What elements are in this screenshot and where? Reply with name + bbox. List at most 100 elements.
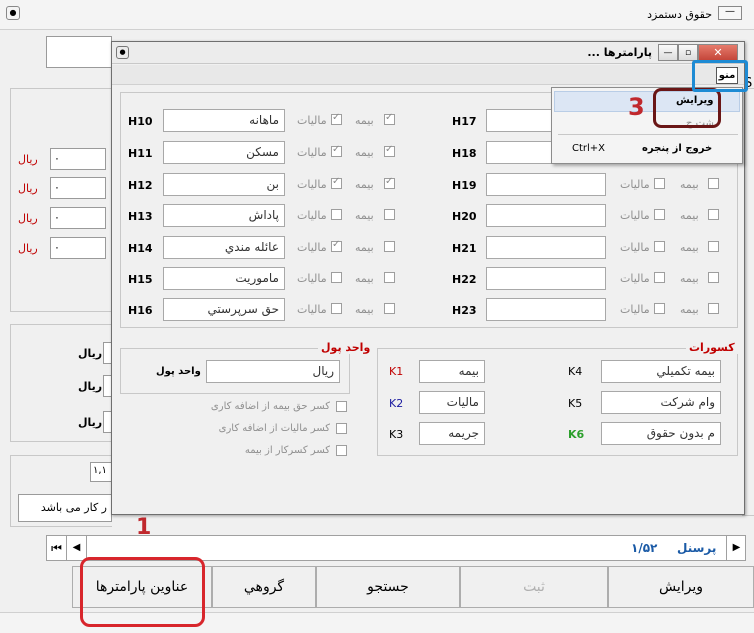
bg-zero-field-2[interactable]: ۰ <box>50 177 106 199</box>
tax-label-h16: ماليات <box>297 303 327 316</box>
param-name-h14[interactable]: عائله مندي <box>163 236 285 259</box>
tax-checkbox-h15[interactable] <box>331 272 342 283</box>
tax-checkbox-h12[interactable] <box>331 176 342 189</box>
personnel-number: ۱/۵۲ <box>631 541 658 555</box>
ins-label-h10: بيمه <box>355 114 374 127</box>
tax-checkbox-h10[interactable] <box>331 112 342 125</box>
tax-checkbox-h22[interactable] <box>654 272 665 283</box>
dialog-maximize-button[interactable]: ▫ <box>678 44 698 61</box>
ins-checkbox-h20[interactable] <box>708 209 719 220</box>
currency-field[interactable]: ريال <box>206 360 340 383</box>
bg-rial-label-7: ريال <box>78 416 103 429</box>
deduction-name-k1[interactable]: بيمه <box>419 360 485 383</box>
ins-checkbox-h19[interactable] <box>708 178 719 189</box>
ins-label-h11: بيمه <box>355 146 374 159</box>
bg-rial-label-5: ريال <box>78 347 103 360</box>
param-name-h11[interactable]: مسکن <box>163 141 285 164</box>
param-name-h10[interactable]: ماهانه <box>163 109 285 132</box>
dialog-minimize-button[interactable]: — <box>658 44 678 61</box>
tax-checkbox-h20[interactable] <box>654 209 665 220</box>
bg-field-top-left[interactable] <box>46 36 112 68</box>
ins-checkbox-h14[interactable] <box>384 241 395 252</box>
param-name-h19[interactable] <box>486 173 606 196</box>
param-name-h16[interactable]: حق سرپرستي <box>163 298 285 321</box>
ins-label-h15: بيمه <box>355 272 374 285</box>
option-checkbox-3[interactable] <box>336 445 347 456</box>
bg-small-value-field[interactable]: ۱,۱ <box>90 462 112 482</box>
menu-item-exit-label: خروج از پنجره <box>642 143 713 154</box>
param-code-h22: H22 <box>452 273 477 286</box>
nav-prev-button[interactable]: ◀ <box>67 536 87 560</box>
ins-label-h16: بيمه <box>355 303 374 316</box>
param-name-h13[interactable]: پاداش <box>163 204 285 227</box>
deduction-name-k5[interactable]: وام شرکت <box>601 391 721 414</box>
deduction-name-k4[interactable]: بيمه تکميلي <box>601 360 721 383</box>
ins-checkbox-h10[interactable] <box>384 112 395 125</box>
tax-checkbox-h21[interactable] <box>654 241 665 252</box>
edit-button[interactable]: ويرايش <box>608 566 754 608</box>
param-code-h12: H12 <box>128 179 153 192</box>
param-name-h15[interactable]: ماموريت <box>163 267 285 290</box>
deduction-code-k2: K2 <box>389 397 404 410</box>
option-label-2: کسر ماليات از اضافه کاری <box>218 423 330 434</box>
dialog-close-button[interactable]: ✕ <box>698 44 738 61</box>
ins-checkbox-h21[interactable] <box>708 241 719 252</box>
bg-zero-field-4[interactable]: ۰ <box>50 237 106 259</box>
tax-checkbox-h13[interactable] <box>331 209 342 220</box>
param-name-h23[interactable] <box>486 298 606 321</box>
param-name-h21[interactable] <box>486 236 606 259</box>
deduction-code-k1: K1 <box>389 365 404 378</box>
annotation-box-1 <box>80 557 205 627</box>
bg-zero-field-1[interactable]: ۰ <box>50 148 106 170</box>
param-code-h16: H16 <box>128 304 153 317</box>
tax-checkbox-h14[interactable] <box>331 239 342 252</box>
ins-label-h19: بيمه <box>680 178 699 191</box>
search-button[interactable]: جستجو <box>316 566 460 608</box>
option-checkbox-2[interactable] <box>336 423 347 434</box>
annotation-step-3: 3 <box>628 93 645 121</box>
param-name-h22[interactable] <box>486 267 606 290</box>
ins-checkbox-h16[interactable] <box>384 303 395 314</box>
bg-zero-field-3[interactable]: ۰ <box>50 207 106 229</box>
ins-checkbox-h13[interactable] <box>384 209 395 220</box>
param-code-h20: H20 <box>452 210 477 223</box>
param-name-h12[interactable]: بن <box>163 173 285 196</box>
deduction-name-k2[interactable]: ماليات <box>419 391 485 414</box>
ins-checkbox-h22[interactable] <box>708 272 719 283</box>
deduction-name-k3[interactable]: جريمه <box>419 422 485 445</box>
param-code-h23: H23 <box>452 304 477 317</box>
deduction-name-k6[interactable]: م بدون حقوق <box>601 422 721 445</box>
save-button[interactable]: ثبت <box>460 566 608 608</box>
tax-label-h23: ماليات <box>620 303 650 316</box>
ins-label-h20: بيمه <box>680 209 699 222</box>
main-title-bar: ● — حقوق دستمزد <box>0 0 754 30</box>
tax-checkbox-h16[interactable] <box>331 303 342 314</box>
main-window-title: حقوق دستمزد <box>647 8 712 21</box>
ins-checkbox-h23[interactable] <box>708 303 719 314</box>
minimize-main-button[interactable]: — <box>718 6 742 20</box>
tax-checkbox-h23[interactable] <box>654 303 665 314</box>
ins-checkbox-h15[interactable] <box>384 272 395 283</box>
menu-highlight-box <box>692 60 748 92</box>
tax-label-h22: ماليات <box>620 272 650 285</box>
option-checkbox-1[interactable] <box>336 401 347 412</box>
bg-group-left <box>10 88 112 312</box>
menu-item-exit-shortcut: Ctrl+X <box>572 143 606 154</box>
nav-first-button[interactable]: ⏮ <box>47 536 67 560</box>
tax-label-h10: ماليات <box>297 114 327 127</box>
group-button[interactable]: گروهي <box>212 566 316 608</box>
dialog-icon: ● <box>116 46 129 59</box>
ins-label-h23: بيمه <box>680 303 699 316</box>
main-window-icon: ● <box>6 6 20 20</box>
tax-checkbox-h11[interactable] <box>331 144 342 157</box>
tax-checkbox-h19[interactable] <box>654 178 665 189</box>
ins-label-h13: بيمه <box>355 209 374 222</box>
param-name-h20[interactable] <box>486 204 606 227</box>
ins-checkbox-h12[interactable] <box>384 176 395 189</box>
deductions-title: کسورات <box>686 341 738 354</box>
ins-checkbox-h11[interactable] <box>384 144 395 157</box>
deduction-code-k5: K5 <box>568 397 583 410</box>
ins-label-h14: بيمه <box>355 241 374 254</box>
tax-label-h14: ماليات <box>297 241 327 254</box>
nav-next-button[interactable]: ▶ <box>726 536 746 560</box>
